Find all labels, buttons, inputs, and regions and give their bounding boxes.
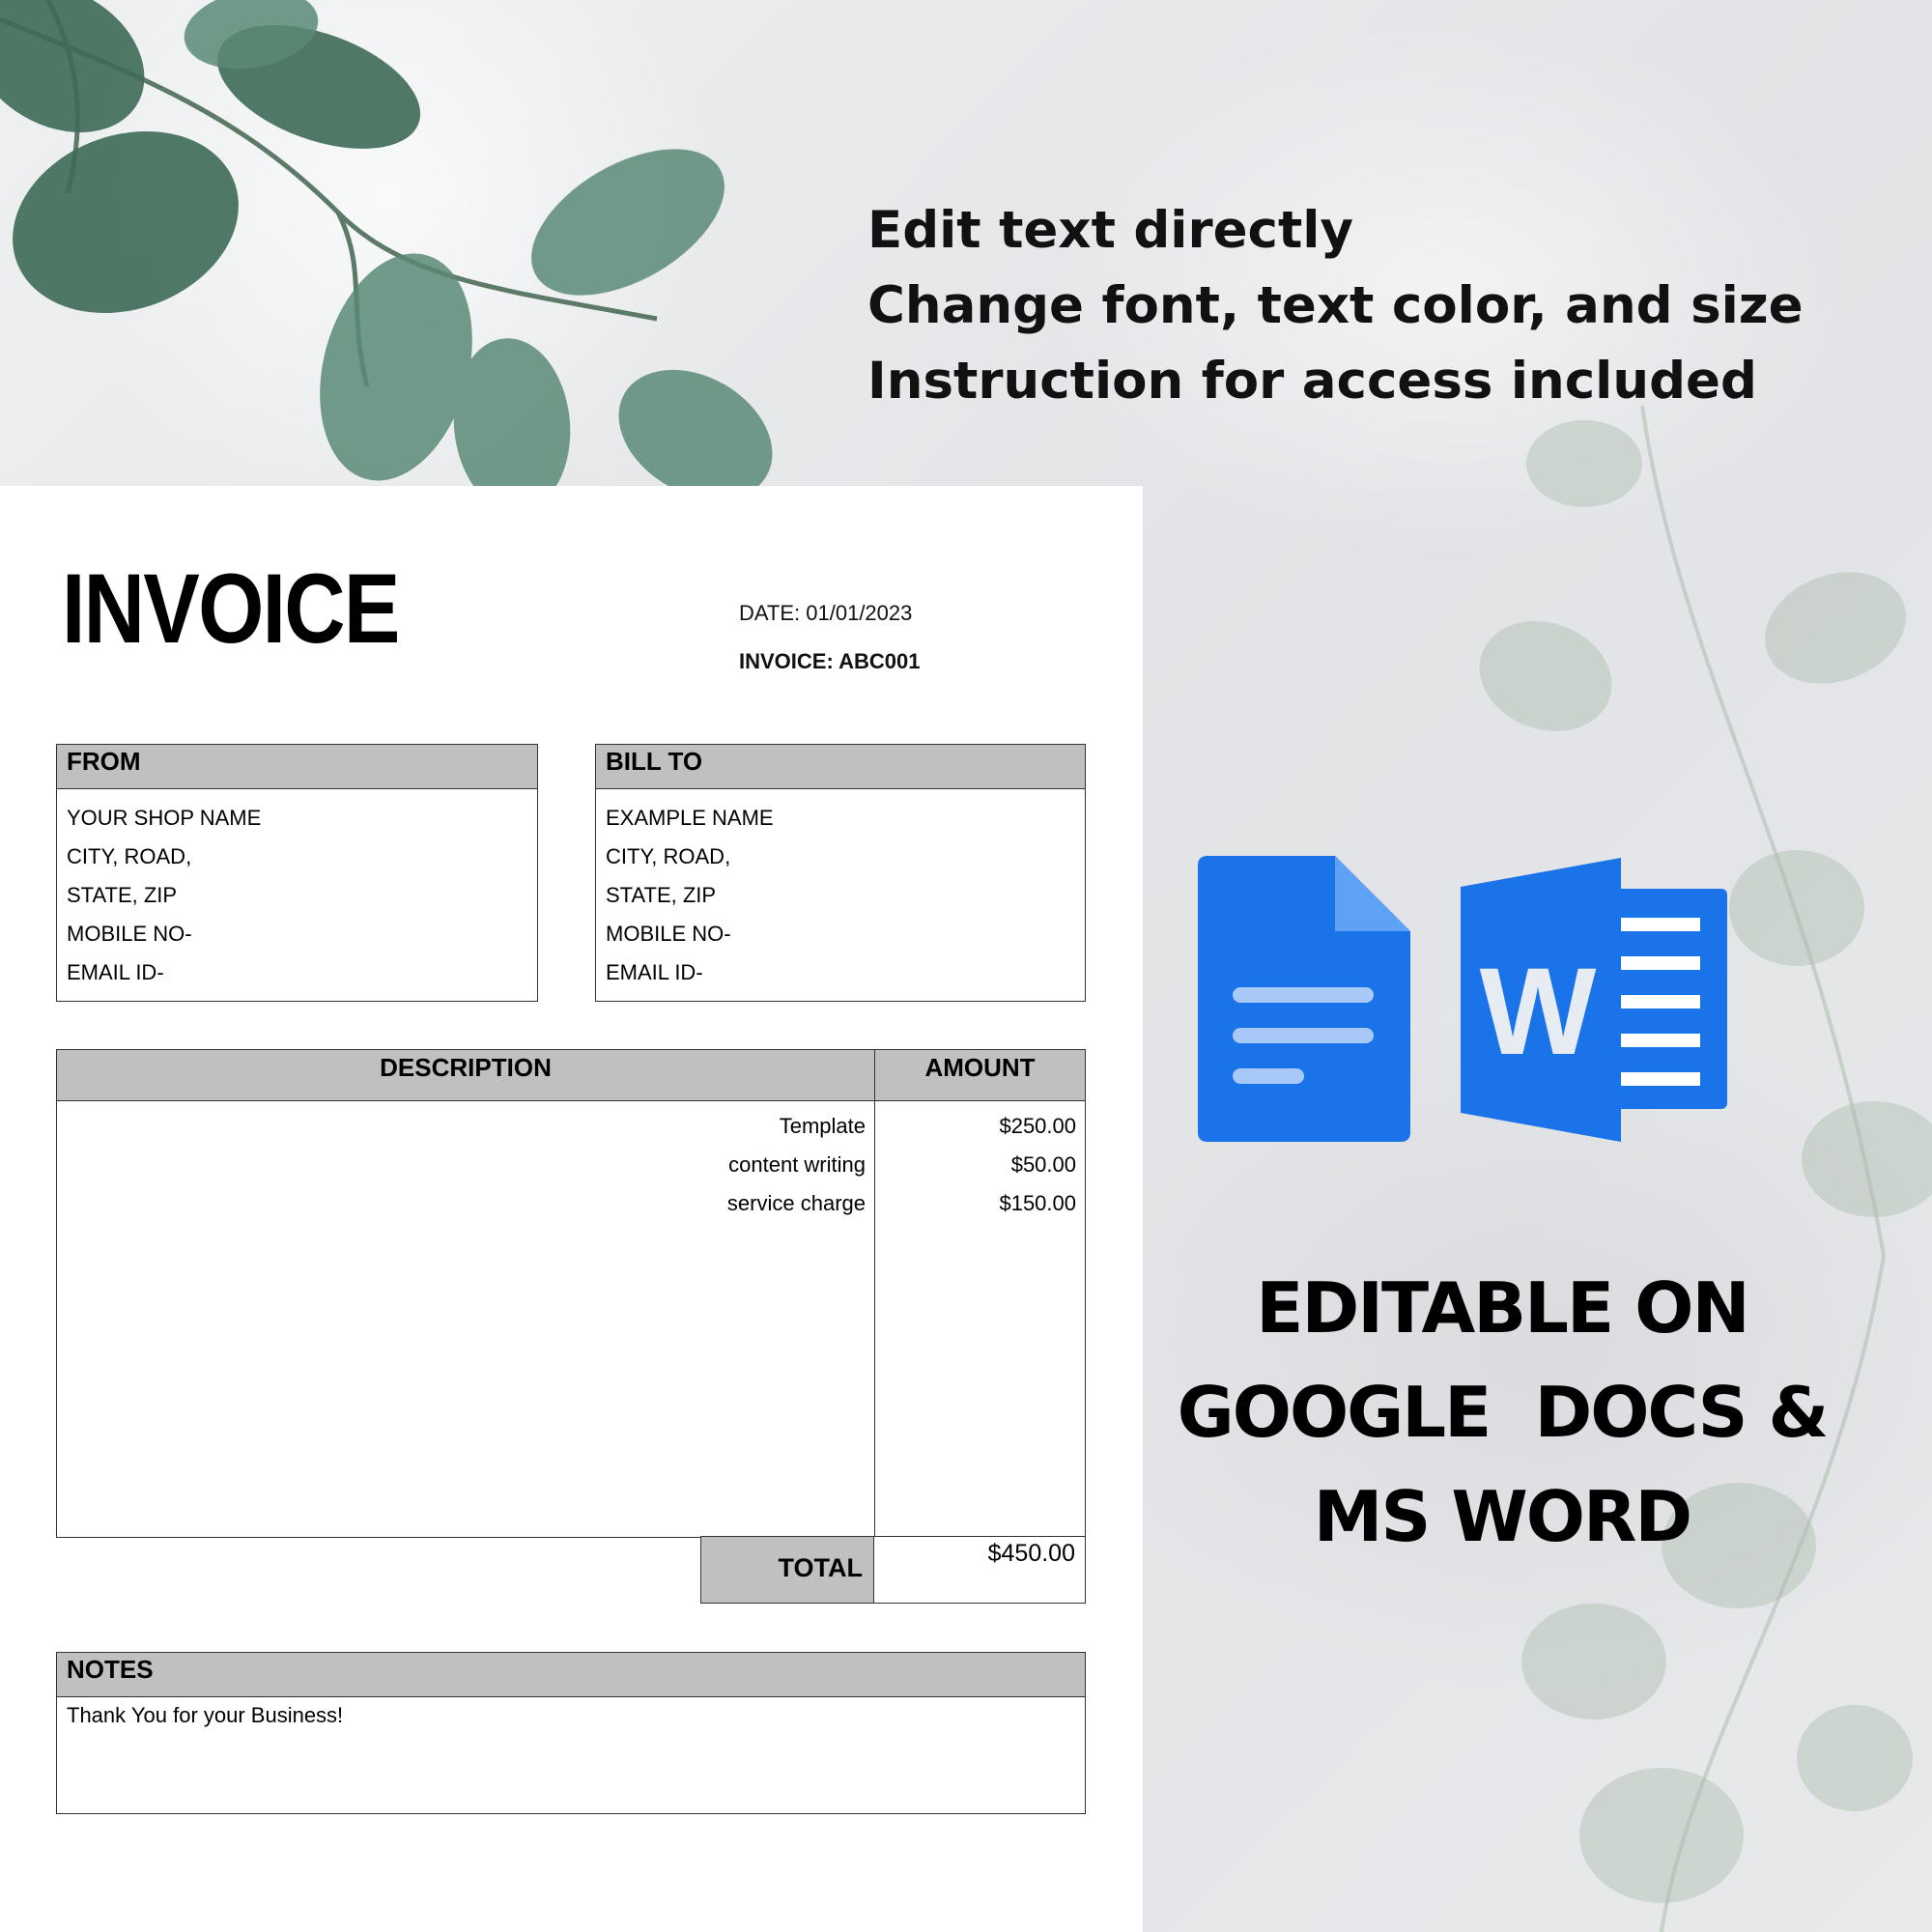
editable-line: MS WORD <box>1313 1476 1692 1557</box>
items-header-row: DESCRIPTION AMOUNT <box>57 1050 1085 1101</box>
item-amount: $250.00 <box>999 1114 1076 1138</box>
bill-to-line: EXAMPLE NAME <box>606 806 774 830</box>
from-box: FROM YOUR SHOP NAME CITY, ROAD, STATE, Z… <box>56 744 538 1002</box>
bill-to-heading: BILL TO <box>596 745 1085 789</box>
amount-header: AMOUNT <box>874 1050 1085 1100</box>
editable-line: GOOGLE DOCS & <box>1177 1372 1830 1453</box>
invoice-number: INVOICE: ABC001 <box>739 649 921 673</box>
from-line: YOUR SHOP NAME <box>67 806 262 830</box>
description-header: DESCRIPTION <box>380 1053 552 1082</box>
item-amount: $150.00 <box>999 1191 1076 1215</box>
notes-heading: NOTES <box>57 1653 1085 1697</box>
from-line: MOBILE NO- <box>67 922 192 946</box>
editable-on-banner: EDITABLE ON GOOGLE DOCS & MS WORD <box>1169 1256 1835 1569</box>
from-line: CITY, ROAD, <box>67 844 192 868</box>
feature-item: Edit text directly <box>867 201 1354 260</box>
feature-list: Edit text directly Change font, text col… <box>867 193 1804 419</box>
bill-to-line: CITY, ROAD, <box>606 844 731 868</box>
from-line: EMAIL ID- <box>67 960 164 984</box>
total-label: TOTAL <box>700 1536 874 1604</box>
from-heading: FROM <box>57 745 537 789</box>
editable-line: EDITABLE ON <box>1256 1267 1749 1349</box>
item-amount: $50.00 <box>1010 1152 1076 1177</box>
feature-item: Change font, text color, and size <box>867 276 1804 335</box>
invoice-title: INVOICE <box>62 554 400 664</box>
description-column: Template content writing service charge <box>57 1101 874 1537</box>
amount-column: $250.00 $50.00 $150.00 <box>874 1101 1085 1537</box>
bill-to-line: EMAIL ID- <box>606 960 703 984</box>
bill-to-line: MOBILE NO- <box>606 922 731 946</box>
total-value: $450.00 <box>873 1536 1086 1604</box>
google-docs-icon <box>1198 856 1410 1142</box>
app-icons: W <box>1198 856 1727 1142</box>
bill-to-box: BILL TO EXAMPLE NAME CITY, ROAD, STATE, … <box>595 744 1086 1002</box>
item-description: content writing <box>728 1152 866 1177</box>
notes-box: NOTES Thank You for your Business! <box>56 1652 1086 1814</box>
ms-word-icon: W <box>1461 858 1727 1142</box>
feature-item: Instruction for access included <box>867 352 1757 411</box>
bill-to-line: STATE, ZIP <box>606 883 717 907</box>
word-letter: W <box>1480 943 1597 1081</box>
from-line: STATE, ZIP <box>67 883 178 907</box>
items-table: DESCRIPTION AMOUNT Template content writ… <box>56 1049 1086 1538</box>
invoice-date: DATE: 01/01/2023 <box>739 601 913 625</box>
item-description: service charge <box>726 1191 866 1215</box>
notes-text: Thank You for your Business! <box>67 1703 344 1727</box>
item-description: Template <box>779 1114 866 1138</box>
